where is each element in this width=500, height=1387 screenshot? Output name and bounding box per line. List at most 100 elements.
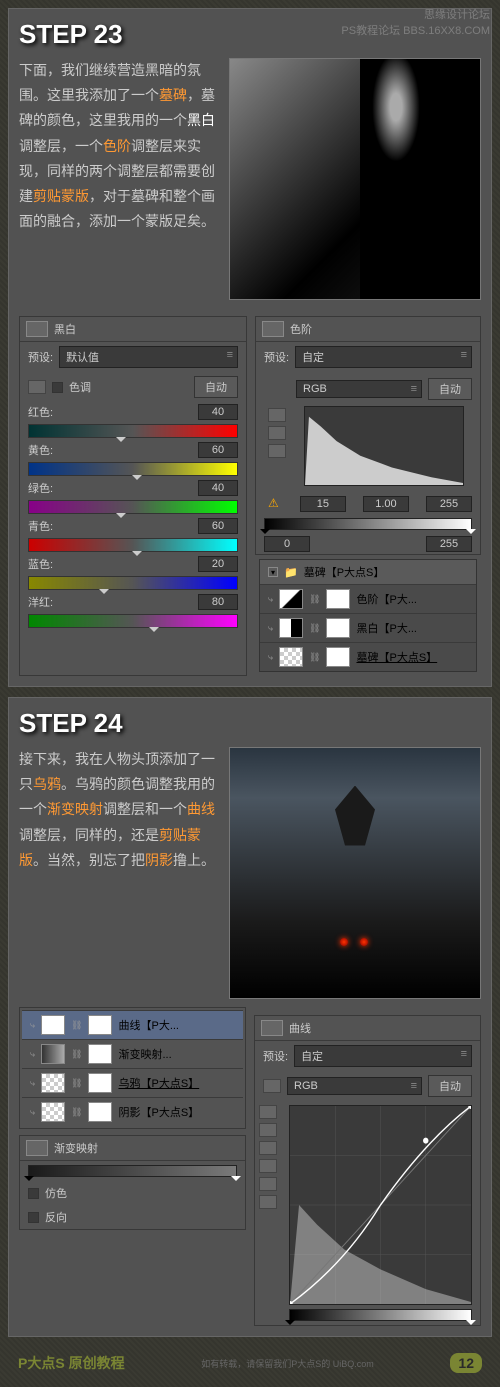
layer-thumb: [41, 1044, 65, 1064]
curves-title: 曲线: [289, 1020, 311, 1036]
page-number: 12: [450, 1353, 482, 1373]
slider-label: 黄色:: [28, 442, 64, 458]
eyedropper-black-icon[interactable]: [268, 408, 286, 422]
eyedropper-black-icon[interactable]: [259, 1159, 277, 1173]
curves-hand-icon[interactable]: [263, 1079, 281, 1093]
levels-channel-select[interactable]: RGB: [296, 380, 422, 398]
clip-icon: ⤷: [30, 1020, 35, 1031]
step24-panel: STEP 24 接下来，我在人物头顶添加了一只乌鸦。乌鸦的颜色调整我用的一个渐变…: [8, 697, 492, 1337]
mask-thumb: [326, 589, 350, 609]
link-icon: ⛓: [309, 652, 320, 663]
eyedropper-white-icon[interactable]: [259, 1195, 277, 1209]
bw-auto-button[interactable]: 自动: [194, 376, 238, 398]
color-slider[interactable]: [28, 614, 238, 628]
eyedropper-gray-icon[interactable]: [259, 1177, 277, 1191]
clip-icon: ⤷: [30, 1107, 35, 1118]
layer-thumb: [41, 1102, 65, 1122]
step23-image: [229, 58, 481, 300]
mask-thumb: [88, 1044, 112, 1064]
link-icon: ⛓: [71, 1078, 82, 1089]
layers-panel-24: ⤷⛓曲线【P大...⤷⛓渐变映射...⤷⛓乌鸦【P大点S】⤷⛓阴影【P大点S】: [19, 1007, 246, 1129]
hand-tool-icon[interactable]: [28, 380, 46, 394]
preset-label: 预设:: [264, 349, 289, 365]
eyedropper-white-icon[interactable]: [268, 444, 286, 458]
slider-value-input[interactable]: 60: [198, 518, 238, 534]
color-slider[interactable]: [28, 538, 238, 552]
curves-panel: 曲线 预设: 自定 RGB 自动: [254, 1015, 481, 1326]
layer-row[interactable]: ⤷⛓曲线【P大...: [22, 1010, 243, 1039]
layer-thumb: [279, 618, 303, 638]
slider-value-input[interactable]: 80: [198, 594, 238, 610]
dither-checkbox[interactable]: [28, 1188, 39, 1199]
layer-thumb: [41, 1015, 65, 1035]
eyedropper-gray-icon[interactable]: [268, 426, 286, 440]
color-slider[interactable]: [28, 500, 238, 514]
color-slider[interactable]: [28, 576, 238, 590]
gradmap-icon: [26, 1140, 48, 1156]
curves-icon: [261, 1020, 283, 1036]
levels-auto-button[interactable]: 自动: [428, 378, 472, 400]
levels-white-input[interactable]: 255: [426, 496, 472, 512]
clip-icon: ⤷: [30, 1078, 35, 1089]
curve-point-tool-icon[interactable]: [259, 1105, 277, 1119]
curves-preset-select[interactable]: 自定: [294, 1045, 472, 1067]
mask-thumb: [88, 1073, 112, 1093]
slider-value-input[interactable]: 60: [198, 442, 238, 458]
levels-output-gradient[interactable]: [264, 518, 472, 530]
folder-collapse-icon[interactable]: ▾: [268, 567, 278, 577]
tint-label: 色调: [69, 379, 91, 395]
bw-icon: [26, 321, 48, 337]
curve-smooth-icon[interactable]: [259, 1141, 277, 1155]
bw-title: 黑白: [54, 321, 76, 337]
layer-thumb: [279, 647, 303, 667]
curves-graph[interactable]: [289, 1105, 472, 1305]
layer-row[interactable]: ⤷⛓渐变映射...: [22, 1039, 243, 1068]
bw-preset-select[interactable]: 默认值: [59, 346, 238, 368]
step23-title: STEP 23: [19, 19, 481, 50]
clip-icon: ⤷: [268, 594, 273, 605]
step23-panel: STEP 23 下面，我们继续营造黑暗的氛围。这里我添加了一个墓碑，墓碑的颜色，…: [8, 8, 492, 687]
slider-label: 洋红:: [28, 594, 64, 610]
slider-label: 青色:: [28, 518, 64, 534]
levels-preset-select[interactable]: 自定: [295, 346, 472, 368]
levels-icon: [262, 321, 284, 337]
layer-name: 墓碑【P大点S】: [356, 649, 437, 665]
levels-histogram[interactable]: [304, 406, 464, 486]
layer-thumb: [279, 589, 303, 609]
color-slider[interactable]: [28, 424, 238, 438]
layer-row[interactable]: ⤷⛓黑白【P大...: [260, 613, 476, 642]
slider-label: 绿色:: [28, 480, 64, 496]
layer-group-header[interactable]: ▾ 📁 墓碑【P大点S】: [260, 560, 476, 584]
layer-row[interactable]: ⤷ ⛓ 乌鸦【P大点S】: [22, 1068, 243, 1097]
clip-icon: ⤷: [30, 1049, 35, 1060]
mask-thumb: [326, 618, 350, 638]
levels-gamma-input[interactable]: 1.00: [363, 496, 409, 512]
slider-value-input[interactable]: 20: [198, 556, 238, 572]
folder-icon: 📁: [284, 566, 298, 579]
footer: P大点S 原创教程 如有转载，请保留我们P大点S的 UiBQ.com 12: [8, 1347, 492, 1379]
link-icon: ⛓: [71, 1107, 82, 1118]
warning-icon: ⚠: [264, 496, 283, 512]
layer-row[interactable]: ⤷⛓色阶【P大...: [260, 584, 476, 613]
layer-name: 黑白【P大...: [356, 620, 417, 636]
link-icon: ⛓: [309, 594, 320, 605]
levels-black-input[interactable]: 15: [300, 496, 346, 512]
curves-channel-select[interactable]: RGB: [287, 1077, 422, 1095]
mask-thumb: [88, 1015, 112, 1035]
footer-brand: P大点S 原创教程: [18, 1353, 125, 1373]
link-icon: ⛓: [309, 623, 320, 634]
curve-pencil-tool-icon[interactable]: [259, 1123, 277, 1137]
reverse-checkbox[interactable]: [28, 1212, 39, 1223]
gradmap-gradient[interactable]: [28, 1165, 237, 1177]
layer-row[interactable]: ⤷⛓阴影【P大点S】: [22, 1097, 243, 1126]
layer-row[interactable]: ⤷⛓墓碑【P大点S】: [260, 642, 476, 671]
levels-panel: 色阶 预设: 自定 RGB 自动: [255, 316, 481, 555]
curves-auto-button[interactable]: 自动: [428, 1075, 472, 1097]
layer-name: 乌鸦【P大点S】: [118, 1075, 199, 1091]
levels-out-black[interactable]: 0: [264, 536, 310, 552]
gradmap-title: 渐变映射: [54, 1140, 98, 1156]
slider-value-input[interactable]: 40: [198, 480, 238, 496]
tint-checkbox[interactable]: [52, 382, 63, 393]
slider-value-input[interactable]: 40: [198, 404, 238, 420]
color-slider[interactable]: [28, 462, 238, 476]
